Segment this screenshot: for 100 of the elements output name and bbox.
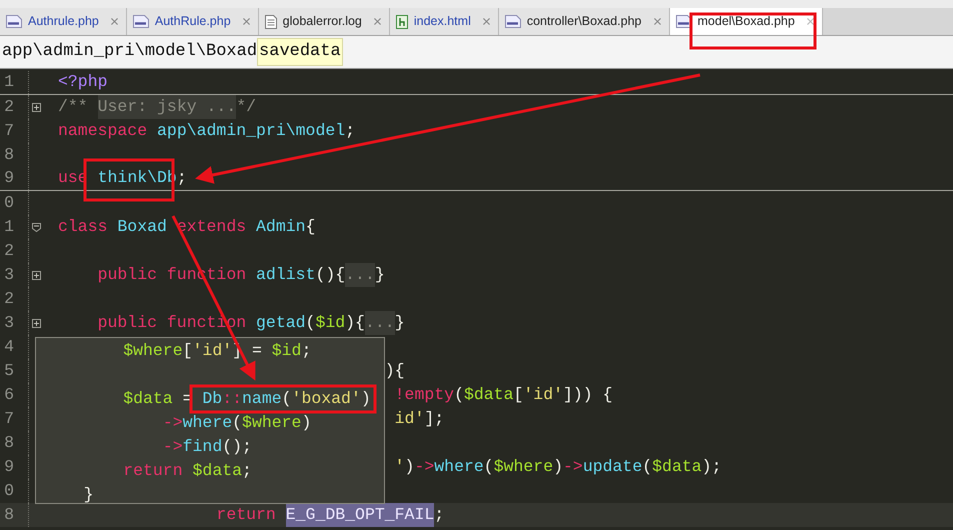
breadcrumb-path[interactable]: app\admin_pri\model\Boxad — [0, 39, 258, 65]
code-token: Boxad — [117, 216, 167, 238]
code-token: [ — [513, 384, 524, 406]
code-token: ( — [484, 456, 494, 478]
code-token: ){ — [384, 360, 405, 382]
code-token: $data — [652, 456, 702, 478]
tab-label: globalerror.log — [282, 13, 362, 30]
close-icon[interactable] — [652, 16, 663, 27]
code-token: */ — [236, 96, 256, 118]
code-token: $data — [464, 384, 514, 406]
line-number: 0 — [3, 480, 14, 502]
code-token: Db — [202, 388, 222, 410]
code-token: find — [182, 436, 222, 458]
code-token: $id — [272, 340, 302, 362]
tab-label: controller\Boxad.php — [526, 13, 642, 30]
php-file-icon — [676, 15, 692, 28]
code-token: ; — [345, 120, 356, 142]
line-number: 1 — [3, 216, 14, 238]
editor-tab[interactable]: globalerror.log — [258, 8, 390, 35]
code-token: } — [394, 312, 405, 334]
editor-tab[interactable]: AuthRule.php — [126, 8, 259, 35]
code-token: ... — [345, 262, 375, 288]
code-token: $where — [242, 412, 302, 434]
code-token: getad — [256, 312, 306, 334]
code-token: namespace — [58, 120, 148, 142]
code-token: $data — [192, 460, 242, 482]
php-file-icon — [504, 15, 521, 28]
code-token: ; — [242, 460, 252, 482]
line-number: 7 — [3, 120, 14, 142]
line-number: 7 — [3, 408, 14, 430]
line-number: 2 — [3, 288, 14, 310]
close-icon[interactable] — [108, 16, 120, 27]
code-token: ) — [360, 388, 371, 410]
code-token: $data — [123, 388, 173, 410]
code-token: Admin — [256, 216, 306, 238]
line-number: 8 — [3, 144, 14, 166]
line-number: 9 — [3, 456, 14, 478]
code-token: ( — [282, 388, 292, 410]
line-number: 0 — [3, 192, 14, 214]
line-number: 2 — [3, 96, 14, 118]
line-number: 2 — [3, 240, 14, 262]
close-icon[interactable] — [480, 16, 492, 27]
line-number: 9 — [3, 167, 14, 190]
code-token: /** — [58, 96, 88, 118]
line-number: 1 — [3, 71, 14, 94]
code-token: update — [582, 456, 642, 478]
code-token: ) — [301, 412, 312, 434]
tab-label: model\Boxad.php — [698, 13, 795, 30]
line-number: 3 — [3, 312, 14, 334]
line-number: 4 — [3, 336, 14, 358]
code-token: ); — [702, 456, 722, 478]
code-token: (); — [222, 436, 252, 458]
editor-tab[interactable]: index.html — [390, 8, 499, 35]
tab-label: AuthRule.php — [154, 13, 231, 30]
code-token: ( — [642, 456, 652, 478]
code-token: $where — [123, 340, 183, 362]
code-token: ; — [176, 167, 187, 190]
fold-plus-icon[interactable] — [32, 270, 41, 280]
code-token: !empty — [394, 384, 454, 406]
line-number: 3 — [3, 264, 14, 286]
breadcrumb-method[interactable]: savedata — [257, 38, 343, 66]
close-icon[interactable] — [804, 16, 816, 27]
code-token: 'id' — [523, 384, 563, 406]
code-token: ]; — [424, 408, 444, 430]
code-token: ) — [404, 456, 414, 478]
code-token: ... — [364, 310, 395, 336]
code-token: where — [434, 456, 484, 478]
code-token: -> — [162, 412, 183, 434]
code-token: :: — [222, 388, 242, 410]
code-token: app\admin_pri\model — [157, 120, 346, 142]
fold-plus-icon[interactable] — [32, 102, 41, 112]
php-file-icon — [6, 15, 22, 28]
close-icon[interactable] — [240, 16, 252, 27]
code-token: E_G_DB_OPT_FAIL — [286, 502, 434, 528]
line-number: 6 — [3, 384, 14, 406]
code-token: -> — [414, 456, 434, 478]
line-number: 8 — [3, 504, 14, 526]
code-token: [ — [182, 340, 193, 362]
code-token: return — [123, 460, 183, 482]
code-token: <?php — [58, 71, 108, 94]
close-icon[interactable] — [372, 16, 383, 27]
code-token: } — [374, 264, 385, 286]
code-token: return — [216, 504, 276, 526]
code-token: 'id' — [192, 340, 232, 362]
code-token: name — [242, 388, 282, 410]
fold-plus-icon[interactable] — [32, 318, 41, 328]
line-number: 5 — [3, 360, 14, 382]
editor-tab[interactable]: Authrule.php — [0, 8, 127, 35]
fold-minus-icon[interactable] — [32, 222, 41, 232]
code-token: where — [182, 412, 232, 434]
editor-tab[interactable]: controller\Boxad.php — [498, 8, 670, 35]
code-token: } — [84, 484, 94, 506]
code-token: ( — [454, 384, 464, 406]
code-token: User: jsky ... — [98, 94, 236, 120]
code-token: class — [58, 216, 108, 238]
code-token: extends — [176, 216, 246, 238]
tab-label: Authrule.php — [28, 13, 99, 30]
code-token: ) — [553, 456, 564, 478]
document-icon — [264, 14, 277, 28]
code-token: ])) { — [563, 384, 613, 406]
